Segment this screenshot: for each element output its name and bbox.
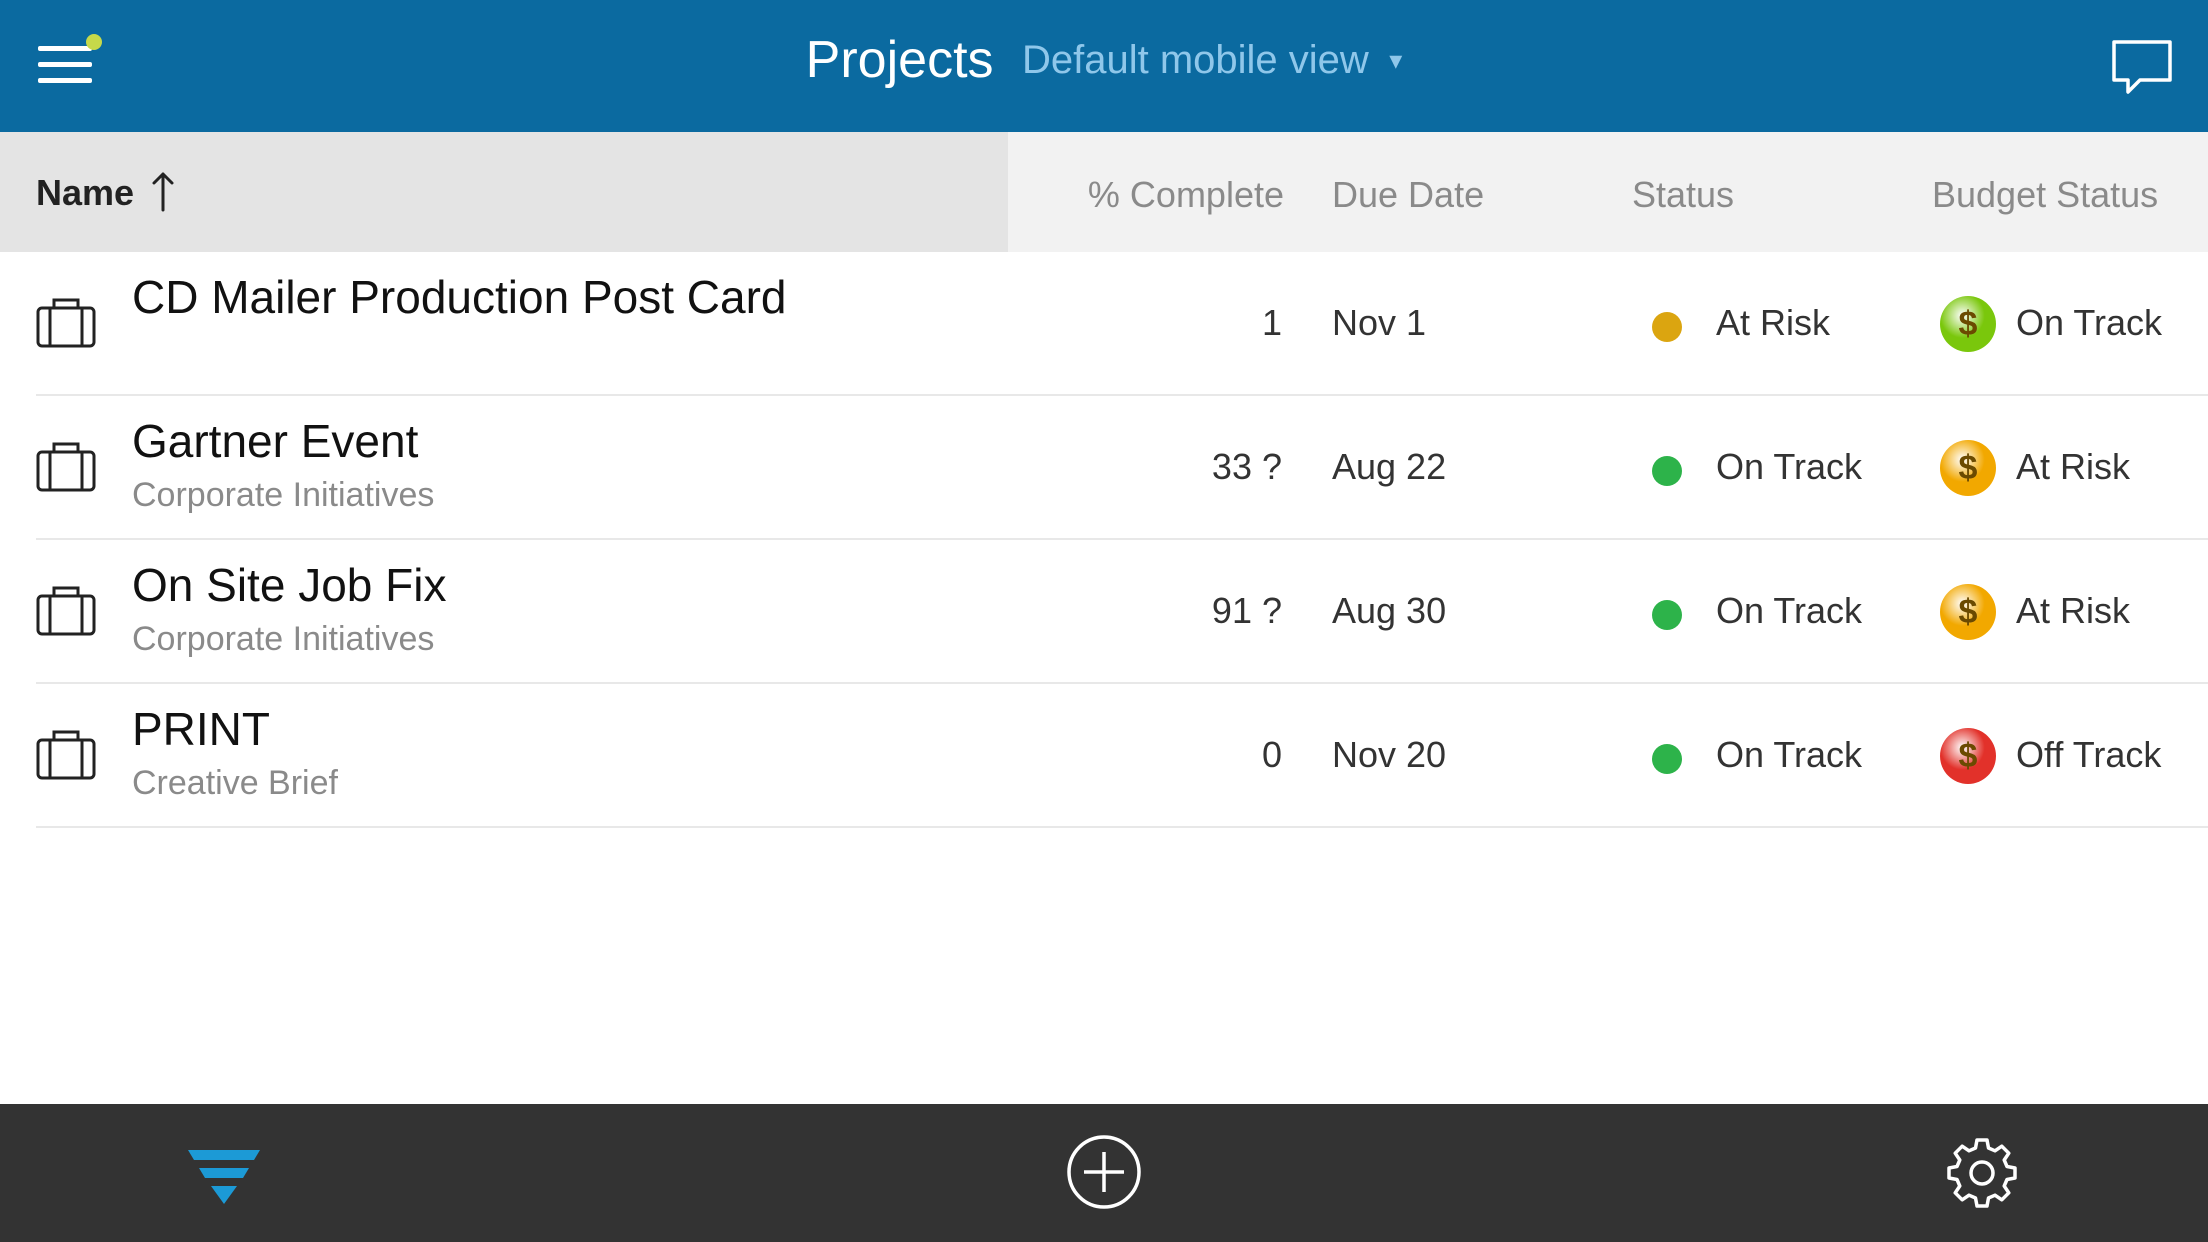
sort-ascending-icon <box>152 172 174 212</box>
due-date-value: Nov 20 <box>1332 734 1447 775</box>
project-name: CD Mailer Production Post Card <box>132 271 787 323</box>
project-name: PRINT <box>132 703 270 755</box>
percent-complete-column-header[interactable]: % Complete <box>1088 174 1284 216</box>
table-row[interactable]: Gartner Event Corporate Initiatives 33 ?… <box>0 396 2208 540</box>
briefcase-icon <box>36 298 96 348</box>
status-column-header[interactable]: Status <box>1632 174 1734 216</box>
name-column-header[interactable]: Name <box>0 132 1008 252</box>
due-date-column-header[interactable]: Due Date <box>1332 174 1484 216</box>
chat-button[interactable] <box>2110 36 2174 100</box>
due-date-value: Aug 22 <box>1332 446 1447 487</box>
briefcase-icon <box>36 586 96 636</box>
project-portfolio: Creative Brief <box>132 764 338 802</box>
percent-complete-value: 33 ? <box>1211 446 1282 487</box>
budget-status-label: On Track <box>2016 302 2163 343</box>
due-date-value: Aug 30 <box>1332 590 1447 631</box>
filter-icon <box>188 1150 260 1204</box>
title-area: Projects Default mobile view ▾ <box>0 30 2208 90</box>
chevron-down-icon: ▾ <box>1389 44 1403 75</box>
filter-button[interactable] <box>186 1146 262 1206</box>
page-title: Projects <box>805 31 994 89</box>
chat-bubble-icon <box>2112 40 2172 94</box>
view-selector-label: Default mobile view <box>1021 37 1369 82</box>
table-row[interactable]: PRINT Creative Brief 0 Nov 20 On Track $… <box>0 684 2208 828</box>
project-name: On Site Job Fix <box>132 559 447 611</box>
status-dot-icon <box>1652 600 1682 630</box>
status-dot-icon <box>1652 744 1682 774</box>
status-dot-icon <box>1652 312 1682 342</box>
add-button[interactable] <box>1066 1134 1142 1210</box>
table-row[interactable]: On Site Job Fix Corporate Initiatives 91… <box>0 540 2208 684</box>
briefcase-icon <box>36 442 96 492</box>
column-header-row: Name % Complete Due Date Status Budget S… <box>0 132 2208 252</box>
bottom-toolbar <box>0 1104 2208 1242</box>
add-circle-icon <box>1067 1135 1141 1209</box>
top-bar: Projects Default mobile view ▾ <box>0 0 2208 132</box>
status-label: On Track <box>1716 590 1863 631</box>
budget-coin-icon: $ <box>1940 440 1996 496</box>
name-column-label: Name <box>36 172 135 213</box>
status-label: At Risk <box>1716 302 1831 343</box>
budget-status-label: At Risk <box>2016 446 2131 487</box>
budget-status-column-header[interactable]: Budget Status <box>1932 174 2158 216</box>
budget-coin-icon: $ <box>1940 728 1996 784</box>
percent-complete-value: 91 ? <box>1211 590 1282 631</box>
percent-complete-value: 1 <box>1261 302 1282 343</box>
budget-coin-icon: $ <box>1940 296 1996 352</box>
table-row[interactable]: CD Mailer Production Post Card 1 Nov 1 A… <box>0 252 2208 396</box>
project-name: Gartner Event <box>132 415 419 467</box>
briefcase-icon <box>36 730 96 780</box>
budget-status-label: Off Track <box>2016 734 2162 775</box>
view-selector[interactable]: Default mobile view ▾ <box>998 38 1402 82</box>
row-divider <box>36 826 2208 828</box>
budget-status-label: At Risk <box>2016 590 2131 631</box>
budget-coin-icon: $ <box>1940 584 1996 640</box>
settings-button[interactable] <box>1946 1136 2018 1208</box>
gear-icon <box>1947 1138 2017 1208</box>
due-date-value: Nov 1 <box>1332 302 1427 343</box>
status-dot-icon <box>1652 456 1682 486</box>
status-label: On Track <box>1716 734 1863 775</box>
status-label: On Track <box>1716 446 1863 487</box>
percent-complete-value: 0 <box>1261 734 1282 775</box>
project-portfolio: Corporate Initiatives <box>132 620 435 658</box>
project-portfolio: Corporate Initiatives <box>132 476 435 514</box>
